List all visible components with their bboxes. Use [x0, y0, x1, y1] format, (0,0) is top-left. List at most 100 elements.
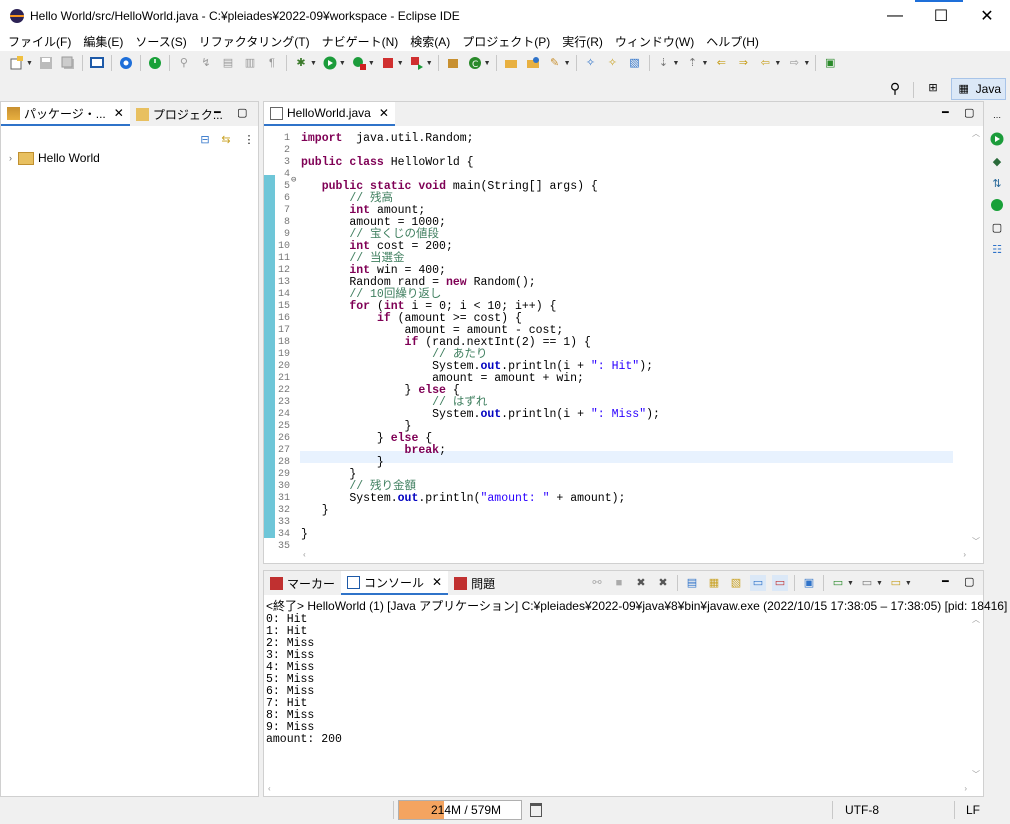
- menu-edit[interactable]: 編集(E): [79, 33, 127, 50]
- menu-help[interactable]: ヘルプ(H): [702, 33, 763, 50]
- scroll-left-arrow-icon[interactable]: ‹: [302, 551, 307, 560]
- tab-package-explorer[interactable]: パッケージ・... ✕: [1, 102, 130, 126]
- tab-problems[interactable]: 問題: [448, 571, 501, 595]
- close-icon[interactable]: ✕: [114, 106, 124, 120]
- turtle-icon[interactable]: ◆: [989, 153, 1005, 169]
- new-package-icon[interactable]: [445, 55, 461, 71]
- show-stderr-icon[interactable]: ▭: [772, 575, 788, 591]
- minimize-button[interactable]: —: [872, 0, 918, 31]
- dropdown-arrow-icon[interactable]: ▼: [426, 60, 433, 67]
- new-class-icon[interactable]: C: [467, 55, 483, 71]
- show-stdout-icon[interactable]: ▭: [750, 575, 766, 591]
- menu-run[interactable]: 実行(R): [558, 33, 607, 50]
- maximize-view-icon[interactable]: ▢: [237, 106, 247, 119]
- dropdown-arrow-icon[interactable]: ▼: [484, 60, 491, 67]
- word-wrap-icon[interactable]: ▧: [728, 575, 744, 591]
- remove-launch-icon[interactable]: ✖: [633, 575, 649, 591]
- maximize-button[interactable]: ☐: [918, 0, 964, 31]
- menu-file[interactable]: ファイル(F): [4, 33, 75, 50]
- code-line[interactable]: 34}: [264, 529, 969, 541]
- fold-toggle-icon[interactable]: ⊖: [291, 175, 296, 185]
- terminate-icon[interactable]: ■: [611, 575, 627, 591]
- menu-navigate[interactable]: ナビゲート(N): [318, 33, 403, 50]
- minimize-view-icon[interactable]: ━: [942, 106, 949, 119]
- dropdown-arrow-icon[interactable]: ▼: [876, 580, 883, 587]
- tree-item-project[interactable]: › Hello World: [9, 151, 100, 165]
- pin-editor-icon[interactable]: ▣: [822, 55, 838, 71]
- scroll-lock-icon[interactable]: ▦: [706, 575, 722, 591]
- restore-icon[interactable]: ▢: [989, 219, 1005, 235]
- prev-edit-icon[interactable]: ⇡: [684, 55, 700, 71]
- scroll-right-arrow-icon[interactable]: ›: [964, 784, 967, 793]
- line-ending-indicator[interactable]: LF: [966, 803, 980, 817]
- menu-project[interactable]: プロジェクト(P): [458, 33, 554, 50]
- dropdown-arrow-icon[interactable]: ▼: [847, 580, 854, 587]
- close-icon[interactable]: ✕: [379, 106, 389, 120]
- tab-helloworld-java[interactable]: HelloWorld.java ✕: [264, 102, 395, 126]
- annotation-prev-icon[interactable]: ✧: [605, 55, 621, 71]
- menu-refactor[interactable]: リファクタリング(T): [195, 33, 314, 50]
- save-all-icon[interactable]: [60, 55, 76, 71]
- dropdown-arrow-icon[interactable]: ▼: [397, 60, 404, 67]
- scroll-left-arrow-icon[interactable]: ‹: [268, 784, 271, 793]
- annotation-next-icon[interactable]: ✧: [583, 55, 599, 71]
- next-edit-icon[interactable]: ⇣: [656, 55, 672, 71]
- garbage-collect-icon[interactable]: [530, 803, 542, 817]
- dropdown-arrow-icon[interactable]: ▼: [673, 60, 680, 67]
- stop-icon[interactable]: [380, 55, 396, 71]
- outline-icon[interactable]: ☷: [989, 241, 1005, 257]
- open-console-icon[interactable]: ▭: [859, 575, 875, 591]
- editor-horizontal-scrollbar[interactable]: ‹ ›: [264, 549, 969, 563]
- run-view-icon[interactable]: [989, 131, 1005, 147]
- open-task-icon[interactable]: [525, 55, 541, 71]
- code-line[interactable]: 3 public class HelloWorld {: [264, 157, 969, 169]
- tab-markers[interactable]: マーカー: [264, 571, 341, 595]
- save-icon[interactable]: [38, 55, 54, 71]
- scroll-down-arrow-icon[interactable]: ﹀: [972, 536, 980, 547]
- tab-console[interactable]: コンソール ✕: [341, 571, 449, 595]
- dropdown-arrow-icon[interactable]: ▼: [339, 60, 346, 67]
- scroll-right-arrow-icon[interactable]: ›: [962, 551, 967, 560]
- run-icon[interactable]: [322, 55, 338, 71]
- scroll-up-arrow-icon[interactable]: ︿: [972, 614, 980, 625]
- settings-gear-icon[interactable]: [118, 55, 134, 71]
- next-annotation-icon[interactable]: ↯: [198, 55, 214, 71]
- minimize-view-icon[interactable]: ━: [942, 575, 949, 588]
- task-list-icon[interactable]: ▧: [627, 55, 643, 71]
- minimize-view-icon[interactable]: ━: [214, 106, 221, 119]
- console-horizontal-scrollbar[interactable]: ‹ ›: [264, 782, 969, 796]
- view-menu-icon[interactable]: ⋮: [241, 132, 257, 148]
- clear-console-icon[interactable]: ▤: [684, 575, 700, 591]
- coverage-icon[interactable]: [351, 55, 367, 71]
- sliders-icon[interactable]: ⇅: [989, 175, 1005, 191]
- dropdown-arrow-icon[interactable]: ▼: [803, 60, 810, 67]
- code-line[interactable]: 32 }: [264, 505, 969, 517]
- encoding-indicator[interactable]: UTF-8: [845, 803, 879, 817]
- search-tool-icon[interactable]: ✎: [547, 55, 563, 71]
- last-edit-back-icon[interactable]: ⇐: [713, 55, 729, 71]
- power-view-icon[interactable]: [989, 197, 1005, 213]
- back-arrow-icon[interactable]: ⇦: [757, 55, 773, 71]
- open-perspective-icon[interactable]: ⊞: [925, 80, 941, 96]
- last-edit-forward-icon[interactable]: ⇒: [735, 55, 751, 71]
- toggle-mark-icon[interactable]: ⚲: [176, 55, 192, 71]
- new-icon[interactable]: [9, 55, 25, 71]
- power-icon[interactable]: [147, 55, 163, 71]
- open-type-icon[interactable]: [503, 55, 519, 71]
- search-icon[interactable]: ⚲: [887, 80, 903, 96]
- external-tools-icon[interactable]: [409, 55, 425, 71]
- code-editor[interactable]: 1 import java.util.Random; 2 3 public class …: [264, 126, 983, 563]
- dropdown-arrow-icon[interactable]: ▼: [701, 60, 708, 67]
- dropdown-arrow-icon[interactable]: ▼: [564, 60, 571, 67]
- dropdown-arrow-icon[interactable]: ▼: [26, 60, 33, 67]
- dropdown-arrow-icon[interactable]: ▼: [905, 580, 912, 587]
- block-select-icon[interactable]: ▤: [220, 55, 236, 71]
- close-window-button[interactable]: ✕: [964, 0, 1010, 31]
- heap-status[interactable]: 214M / 579M: [398, 800, 522, 820]
- code-line[interactable]: 1 import java.util.Random;: [264, 133, 969, 145]
- remove-all-icon[interactable]: ✖: [655, 575, 671, 591]
- menu-window[interactable]: ウィンドウ(W): [611, 33, 698, 50]
- chevron-right-icon[interactable]: ›: [9, 153, 12, 163]
- debug-icon[interactable]: ✱: [293, 55, 309, 71]
- console-vertical-scrollbar[interactable]: ︿ ﹀: [969, 612, 983, 782]
